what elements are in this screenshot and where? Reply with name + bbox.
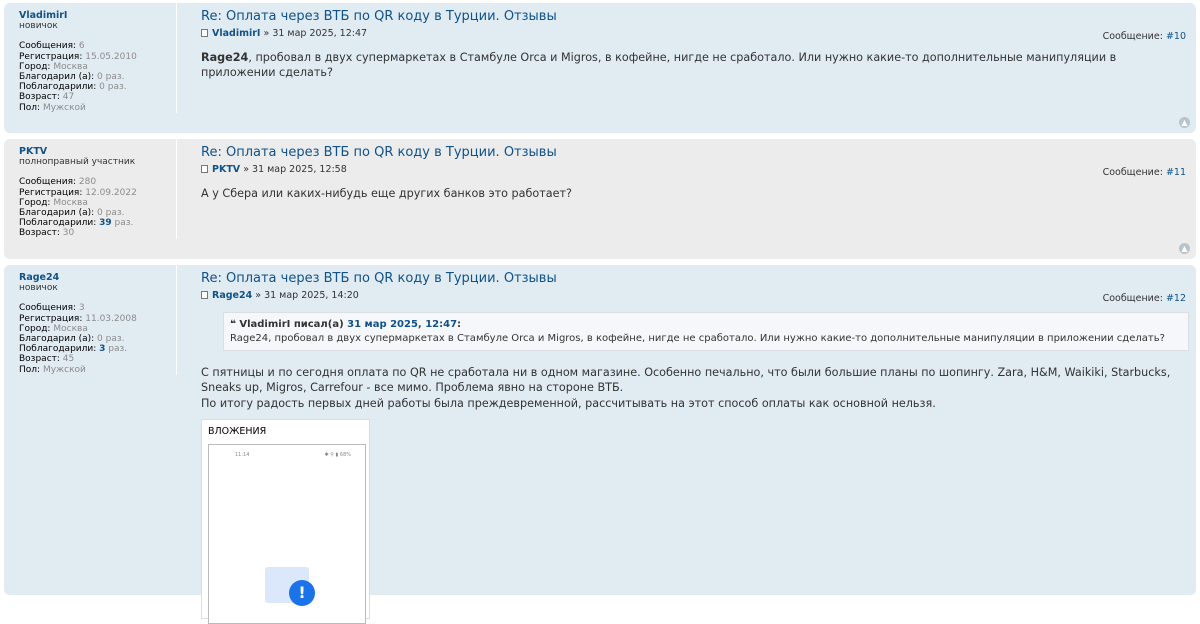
profile-thanked: Благодарил (а): 0 раз. <box>19 72 125 83</box>
post-12: Rage24 новичок Сообщения: 3 Регистрация:… <box>4 265 1196 624</box>
post-author-link[interactable]: PKTV <box>212 164 240 175</box>
post-profile: VladimirI новичок Сообщения: 6 Регистрац… <box>19 3 177 113</box>
alert-icon: ! <box>289 579 315 606</box>
profile-age: Возраст: 45 <box>19 354 75 365</box>
profile-was-thanked: Поблагодарили: 3 раз. <box>19 344 128 355</box>
post-author-link[interactable]: Rage24 <box>212 290 252 301</box>
post-content: Rage24, пробовал в двух супермаркетах в … <box>201 51 1117 80</box>
post-date: » 31 мар 2025, 12:58 <box>243 164 347 175</box>
post-number: Сообщение: #11 <box>1102 167 1186 178</box>
quote-date-link[interactable]: 31 мар 2025, 12:47 <box>347 319 457 330</box>
post-body: Re: Оплата через ВТБ по QR коду в Турции… <box>201 139 1186 201</box>
profile-was-thanked: Поблагодарили: 39 раз. <box>19 218 134 229</box>
quote-text: Rage24, пробовал в двух супермаркетах в … <box>230 333 1165 344</box>
quote-cite: ❝ VladimirI писал(а) 31 мар 2025, 12:47: <box>230 319 462 330</box>
post-title-link[interactable]: Re: Оплата через ВТБ по QR коду в Турции… <box>201 9 1186 25</box>
profile-city: Город: Москва <box>19 323 88 334</box>
attachments-label: ВЛОЖЕНИЯ <box>208 425 267 437</box>
attachments-box: ВЛОЖЕНИЯ 11:14 ✱ ⚲ ▮ 68% ! <box>201 418 370 624</box>
post-title-link[interactable]: Re: Оплата через ВТБ по QR коду в Турции… <box>201 271 1186 287</box>
post-body: Re: Оплата через ВТБ по QR коду в Турции… <box>201 265 1189 624</box>
post-11: PKTV полноправный участник Сообщения: 28… <box>4 139 1196 259</box>
username-link[interactable]: Rage24 <box>19 272 176 283</box>
post-date: » 31 мар 2025, 14:20 <box>255 290 359 301</box>
post-paragraph: С пятницы и по сегодня оплата по QR не с… <box>201 366 1171 395</box>
username-link[interactable]: PKTV <box>19 146 176 157</box>
post-link-icon[interactable] <box>201 291 208 299</box>
post-paragraph: По итогу радость первых дней работы была… <box>201 396 936 410</box>
post-meta: VladimirI » 31 мар 2025, 12:47 <box>201 28 1186 40</box>
profile-thanked: Благодарил (а): 0 раз. <box>19 334 125 345</box>
username-link[interactable]: VladimirI <box>19 10 176 21</box>
post-author-link[interactable]: VladimirI <box>212 28 260 39</box>
post-date: » 31 мар 2025, 12:47 <box>263 28 368 39</box>
post-meta: PKTV » 31 мар 2025, 12:58 <box>201 164 1186 176</box>
post-number: Сообщение: #12 <box>1102 293 1186 304</box>
profile-posts: Сообщения: 280 <box>19 177 97 188</box>
profile-gender: Пол: Мужской <box>19 102 86 113</box>
profile-posts: Сообщения: 3 <box>19 303 85 314</box>
profile-registered: Регистрация: 15.05.2010 <box>19 51 137 62</box>
profile-registered: Регистрация: 11.03.2008 <box>19 313 137 324</box>
post-profile: Rage24 новичок Сообщения: 3 Регистрация:… <box>19 265 177 375</box>
post-number-link[interactable]: #12 <box>1166 293 1186 304</box>
post-body: Re: Оплата через ВТБ по QR коду в Турции… <box>201 3 1186 81</box>
post-profile: PKTV полноправный участник Сообщения: 28… <box>19 139 177 239</box>
profile-was-thanked: Поблагодарили: 0 раз. <box>19 82 127 93</box>
user-rank: полноправный участник <box>19 157 136 168</box>
quote-mark-icon: ❝ <box>230 319 236 330</box>
profile-posts: Сообщения: 6 <box>19 41 85 52</box>
back-to-top-icon[interactable]: ▲ <box>1179 117 1190 128</box>
profile-thanked: Благодарил (а): 0 раз. <box>19 208 125 219</box>
post-10: VladimirI новичок Сообщения: 6 Регистрац… <box>4 3 1196 133</box>
quote-block: ❝ VladimirI писал(а) 31 мар 2025, 12:47:… <box>223 312 1189 351</box>
post-link-icon[interactable] <box>201 165 208 173</box>
post-link-icon[interactable] <box>201 29 208 37</box>
post-content: А у Сбера или каких-нибудь еще других ба… <box>201 187 572 200</box>
attachment-image[interactable]: 11:14 ✱ ⚲ ▮ 68% ! <box>208 443 366 624</box>
profile-gender: Пол: Мужской <box>19 364 86 375</box>
phone-status: ✱ ⚲ ▮ 68% <box>324 451 351 458</box>
post-meta: Rage24 » 31 мар 2025, 14:20 <box>201 290 1186 302</box>
back-to-top-icon[interactable]: ▲ <box>1179 243 1190 254</box>
post-number-link[interactable]: #11 <box>1166 167 1186 178</box>
phone-time: 11:14 <box>235 451 250 458</box>
profile-age: Возраст: 30 <box>19 228 75 239</box>
user-rank: новичок <box>19 283 58 294</box>
user-rank: новичок <box>19 21 58 32</box>
post-title-link[interactable]: Re: Оплата через ВТБ по QR коду в Турции… <box>201 145 1186 161</box>
post-content: С пятницы и по сегодня оплата по QR не с… <box>201 365 1186 411</box>
profile-age: Возраст: 47 <box>19 92 75 103</box>
profile-city: Город: Москва <box>19 197 88 208</box>
mention: Rage24 <box>201 51 249 64</box>
profile-city: Город: Москва <box>19 61 88 72</box>
post-number-link[interactable]: #10 <box>1166 31 1186 42</box>
post-number: Сообщение: #10 <box>1102 31 1186 42</box>
profile-registered: Регистрация: 12.09.2022 <box>19 187 137 198</box>
